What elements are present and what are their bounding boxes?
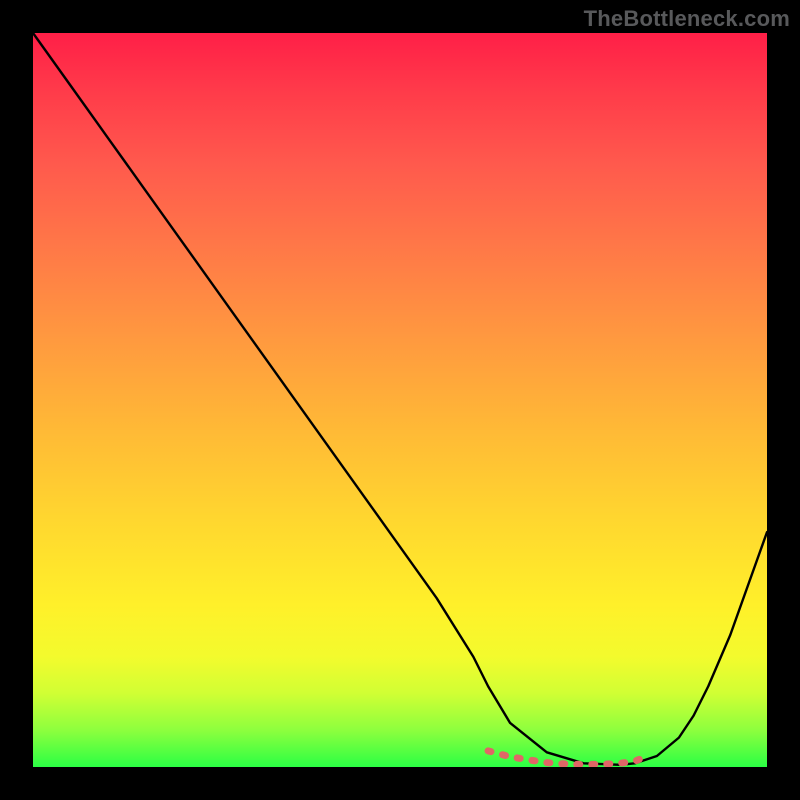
plot-area [33,33,767,767]
chart-frame: TheBottleneck.com [0,0,800,800]
chart-svg [33,33,767,767]
accent-marker-line [488,751,649,765]
curve-line [33,33,767,765]
watermark-label: TheBottleneck.com [584,6,790,32]
